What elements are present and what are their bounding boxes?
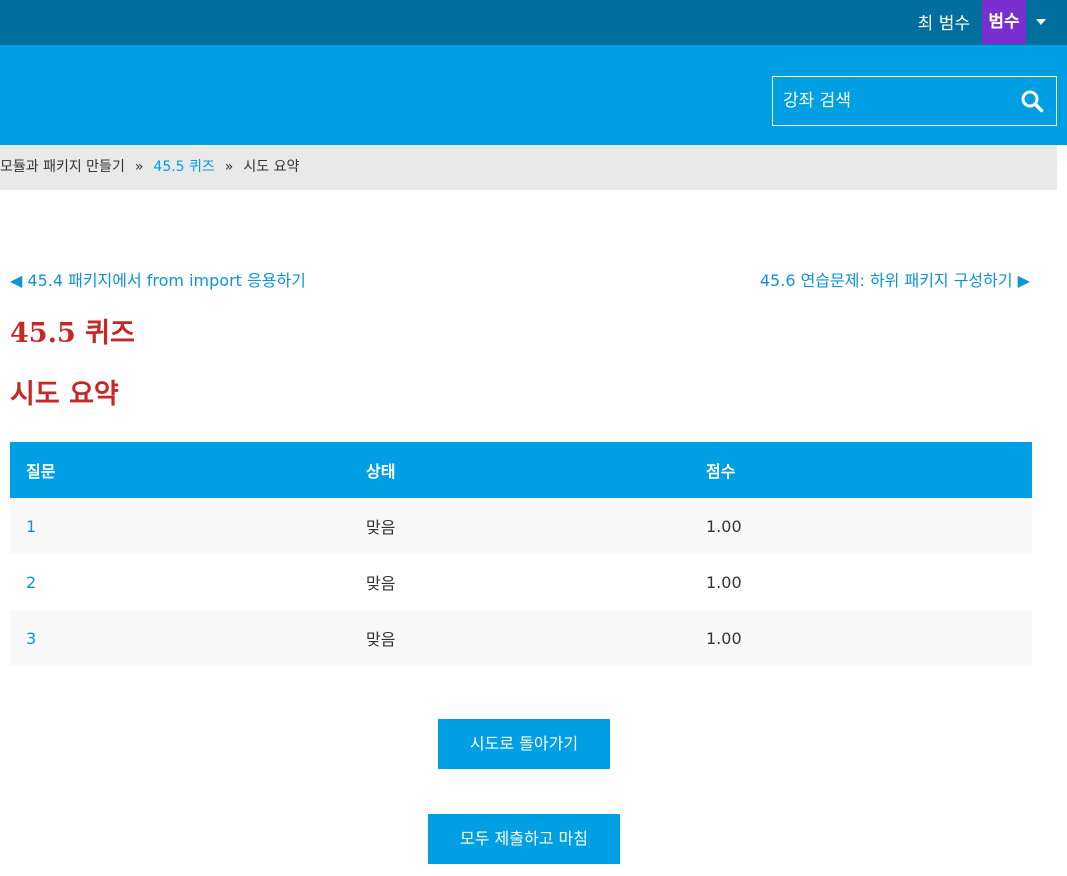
caret-down-icon[interactable] [1036, 19, 1046, 25]
table-row: 3 맞음 1.00 [10, 610, 1032, 666]
score-cell: 1.00 [690, 610, 1032, 666]
status-cell: 맞음 [350, 498, 690, 554]
user-avatar[interactable]: 범수 [982, 0, 1026, 44]
table-row: 1 맞음 1.00 [10, 498, 1032, 554]
page-subtitle: 시도 요약 [10, 379, 119, 410]
table-header-row: 질문 상태 점수 [10, 442, 1032, 498]
return-to-attempt-button[interactable]: 시도로 돌아가기 [438, 719, 610, 769]
next-activity-link[interactable]: 45.6 연습문제: 하위 패키지 구성하기 ▶ [760, 267, 1030, 291]
breadcrumb-item-quiz[interactable]: 45.5 퀴즈 [153, 159, 214, 175]
breadcrumb-item-module[interactable]: 모듈과 패키지 만들기 [0, 159, 125, 175]
search-icon[interactable] [1020, 89, 1044, 113]
breadcrumb-separator: » [224, 159, 234, 175]
table-row: 2 맞음 1.00 [10, 554, 1032, 610]
column-header-score: 점수 [690, 442, 1032, 498]
question-link[interactable]: 2 [10, 554, 350, 610]
question-link[interactable]: 1 [10, 498, 350, 554]
attempt-summary-table: 질문 상태 점수 1 맞음 1.00 2 맞음 1.00 3 맞음 1.00 [10, 442, 1032, 666]
page-header-banner [0, 45, 1067, 145]
column-header-status: 상태 [350, 442, 690, 498]
question-link[interactable]: 3 [10, 610, 350, 666]
prev-activity-link[interactable]: ◀ 45.4 패키지에서 from import 응용하기 [10, 267, 306, 291]
status-cell: 맞음 [350, 554, 690, 610]
course-search-form [772, 76, 1057, 126]
column-header-question: 질문 [10, 442, 350, 498]
submit-all-and-finish-button[interactable]: 모두 제출하고 마침 [428, 814, 620, 864]
status-cell: 맞음 [350, 610, 690, 666]
user-name[interactable]: 최 범수 [918, 9, 970, 34]
score-cell: 1.00 [690, 554, 1032, 610]
score-cell: 1.00 [690, 498, 1032, 554]
breadcrumb: 모듈과 패키지 만들기 » 45.5 퀴즈 » 시도 요약 [0, 145, 1057, 190]
page-title: 45.5 퀴즈 [10, 318, 135, 349]
breadcrumb-item-current: 시도 요약 [243, 159, 300, 175]
breadcrumb-separator: » [134, 159, 144, 175]
course-search-input[interactable] [773, 77, 1013, 125]
top-navbar: 최 범수 범수 [0, 0, 1067, 45]
